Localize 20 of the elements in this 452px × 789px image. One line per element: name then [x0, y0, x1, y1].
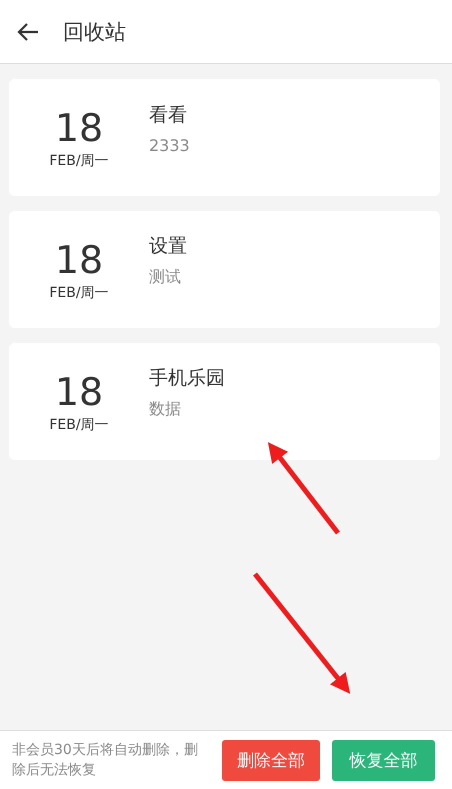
note-month-weekday: FEB/周一 [49, 416, 109, 434]
delete-all-button[interactable]: 删除全部 [222, 740, 320, 780]
back-arrow-icon [17, 22, 39, 40]
back-button[interactable] [17, 22, 39, 40]
page-title: 回收站 [63, 18, 126, 46]
note-title: 手机乐园 [149, 366, 225, 391]
note-month-weekday: FEB/周一 [49, 284, 109, 302]
note-day: 18 [54, 106, 104, 150]
note-title: 设置 [149, 234, 187, 259]
note-card[interactable]: 18 FEB/周一 看看 2333 [9, 79, 440, 196]
note-card[interactable]: 18 FEB/周一 手机乐园 数据 [9, 343, 440, 460]
note-title: 看看 [149, 103, 188, 128]
note-preview: 测试 [149, 267, 182, 288]
note-day: 18 [54, 238, 104, 282]
auto-delete-notice: 非会员30天后将自动删除，删除后无法恢复 [12, 741, 199, 780]
note-month-weekday: FEB/周一 [49, 152, 109, 170]
note-card[interactable]: 18 FEB/周一 设置 测试 [9, 211, 440, 328]
note-preview: 2333 [149, 136, 190, 155]
note-preview: 数据 [149, 399, 182, 420]
note-day: 18 [54, 370, 104, 414]
